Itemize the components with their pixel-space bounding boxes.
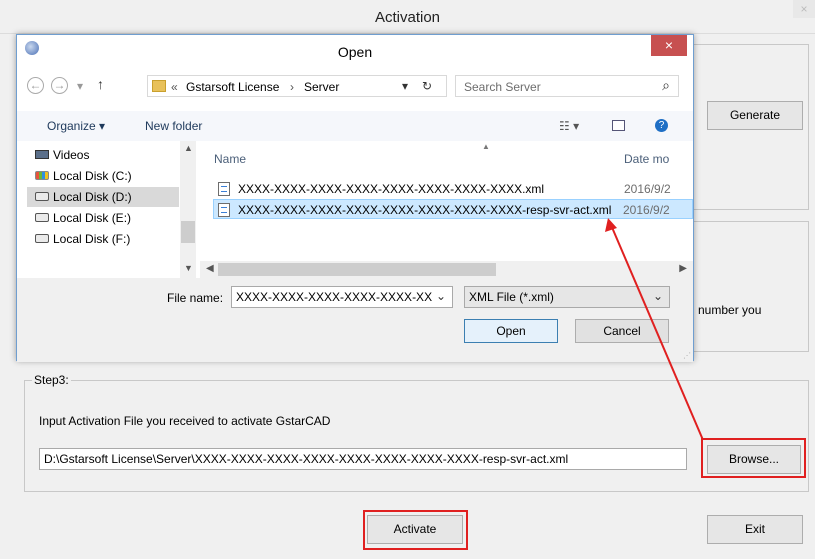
chevron-down-icon[interactable]: ⌄	[653, 289, 663, 303]
navigation-pane-scrollbar[interactable]: ▲ ▼	[180, 141, 196, 285]
exit-button[interactable]: Exit	[707, 515, 803, 544]
xml-file-icon	[218, 203, 230, 217]
dialog-toolbar: Organize ▾ New folder ☷ ▾ ?	[17, 111, 693, 141]
step2-instruction-partial: number you	[698, 303, 762, 317]
nav-item-label: Local Disk (F:)	[53, 232, 131, 246]
file-name-combobox[interactable]: XXXX-XXXX-XXXX-XXXX-XXXX-XX ⌄	[231, 286, 453, 308]
refresh-icon[interactable]: ↻	[422, 79, 432, 93]
drive-icon	[35, 234, 49, 243]
resize-grip-icon[interactable]: ⋰	[683, 351, 691, 360]
help-icon[interactable]: ?	[655, 119, 668, 132]
activation-close-button[interactable]: ×	[793, 0, 815, 18]
window-title: Activation	[374, 9, 441, 26]
dialog-bottom-area: File name: XXXX-XXXX-XXXX-XXXX-XXXX-XX ⌄…	[17, 278, 693, 362]
nav-item-label: Videos	[53, 148, 90, 162]
recent-locations-dropdown-icon[interactable]: ▾	[77, 79, 83, 93]
column-header-name[interactable]: Name	[214, 152, 246, 166]
file-row[interactable]: XXXX-XXXX-XXXX-XXXX-XXXX-XXXX-XXXX-XXXX.…	[214, 179, 684, 199]
open-dialog-title: Open	[337, 44, 373, 60]
folder-icon	[152, 80, 166, 92]
view-options-icon[interactable]: ☷ ▾	[559, 119, 579, 133]
sort-arrow-icon: ▲	[482, 142, 490, 151]
scroll-right-icon[interactable]: ▶	[679, 263, 687, 274]
breadcrumb-item-server[interactable]: Server	[304, 80, 339, 94]
generate-button[interactable]: Generate	[707, 101, 803, 130]
file-name-value: XXXX-XXXX-XXXX-XXXX-XXXX-XX	[236, 290, 433, 304]
nav-item-label: Local Disk (E:)	[53, 211, 132, 225]
videos-icon	[35, 150, 49, 159]
file-type-select[interactable]: XML File (*.xml) ⌄	[464, 286, 670, 308]
file-name: XXXX-XXXX-XXXX-XXXX-XXXX-XXXX-XXXX-XXXX.…	[238, 182, 545, 196]
breadcrumb-prefix[interactable]: «	[171, 80, 178, 94]
nav-item-local-disk-e[interactable]: Local Disk (E:)	[27, 208, 179, 228]
back-icon[interactable]: ←	[27, 77, 44, 94]
open-dialog-close-button[interactable]: ×	[651, 35, 687, 56]
scroll-thumb[interactable]	[181, 221, 195, 243]
search-input[interactable]: Search Server	[464, 80, 541, 94]
file-name-label: File name:	[167, 291, 224, 305]
chevron-down-icon[interactable]: ⌄	[436, 289, 446, 303]
activation-file-path-input[interactable]: D:\Gstarsoft License\Server\XXXX-XXXX-XX…	[39, 448, 687, 470]
search-icon[interactable]: ⌕	[662, 77, 670, 94]
scroll-up-icon[interactable]: ▲	[184, 143, 193, 153]
open-dialog-titlebar: Open ×	[17, 35, 693, 65]
scroll-left-icon[interactable]: ◀	[206, 263, 214, 274]
up-folder-icon[interactable]: ↑	[97, 76, 104, 92]
nav-item-videos[interactable]: Videos	[27, 145, 179, 165]
organize-menu[interactable]: Organize ▾	[47, 119, 105, 133]
nav-item-local-disk-f[interactable]: Local Disk (F:)	[27, 229, 179, 249]
drive-icon	[35, 192, 49, 201]
new-folder-button[interactable]: New folder	[145, 119, 202, 133]
breadcrumb-item-gstarsoft-license[interactable]: Gstarsoft License	[186, 80, 279, 94]
file-row-selected[interactable]: XXXX-XXXX-XXXX-XXXX-XXXX-XXXX-XXXX-XXXX-…	[213, 199, 693, 219]
search-box[interactable]: Search Server ⌕	[455, 75, 679, 97]
activation-titlebar: Activation ×	[0, 0, 815, 34]
activate-highlight	[363, 510, 468, 550]
scroll-down-icon[interactable]: ▼	[184, 263, 193, 273]
file-date: 2016/9/2	[623, 203, 670, 217]
browse-highlight	[701, 438, 806, 478]
xml-file-icon	[218, 182, 230, 196]
forward-icon[interactable]: →	[51, 77, 68, 94]
step3-legend: Step3:	[32, 373, 71, 387]
file-type-value: XML File (*.xml)	[469, 290, 554, 304]
scroll-thumb[interactable]	[218, 263, 496, 276]
file-list-horizontal-scrollbar[interactable]: ◀ ▶	[200, 261, 693, 278]
nav-item-local-disk-c[interactable]: Local Disk (C:)	[27, 166, 179, 186]
breadcrumb-separator-icon[interactable]: ›	[290, 80, 294, 94]
nav-item-label: Local Disk (C:)	[53, 169, 132, 183]
address-dropdown-icon[interactable]: ▾	[402, 79, 408, 93]
system-drive-icon	[35, 171, 49, 180]
navigation-row: ← → ▾ ↑ « Gstarsoft License › Server ▾ ↻…	[17, 73, 693, 101]
cancel-button[interactable]: Cancel	[575, 319, 669, 343]
preview-pane-icon[interactable]	[612, 120, 625, 131]
step3-instruction: Input Activation File you received to ac…	[39, 414, 331, 428]
address-bar[interactable]: « Gstarsoft License › Server ▾ ↻	[147, 75, 447, 97]
open-button[interactable]: Open	[464, 319, 558, 343]
file-date: 2016/9/2	[624, 182, 671, 196]
nav-item-label: Local Disk (D:)	[53, 190, 132, 204]
nav-item-local-disk-d[interactable]: Local Disk (D:)	[27, 187, 179, 207]
step3-groupbox	[24, 380, 809, 492]
navigation-pane: Videos Local Disk (C:) Local Disk (D:) L…	[17, 141, 197, 285]
drive-icon	[35, 213, 49, 222]
column-header-date[interactable]: Date mo	[624, 152, 669, 166]
file-list: ▲ Name Date mo XXXX-XXXX-XXXX-XXXX-XXXX-…	[200, 141, 693, 261]
open-file-dialog: Open × ← → ▾ ↑ « Gstarsoft License › Ser…	[16, 34, 694, 362]
file-name: XXXX-XXXX-XXXX-XXXX-XXXX-XXXX-XXXX-XXXX-…	[238, 203, 612, 217]
